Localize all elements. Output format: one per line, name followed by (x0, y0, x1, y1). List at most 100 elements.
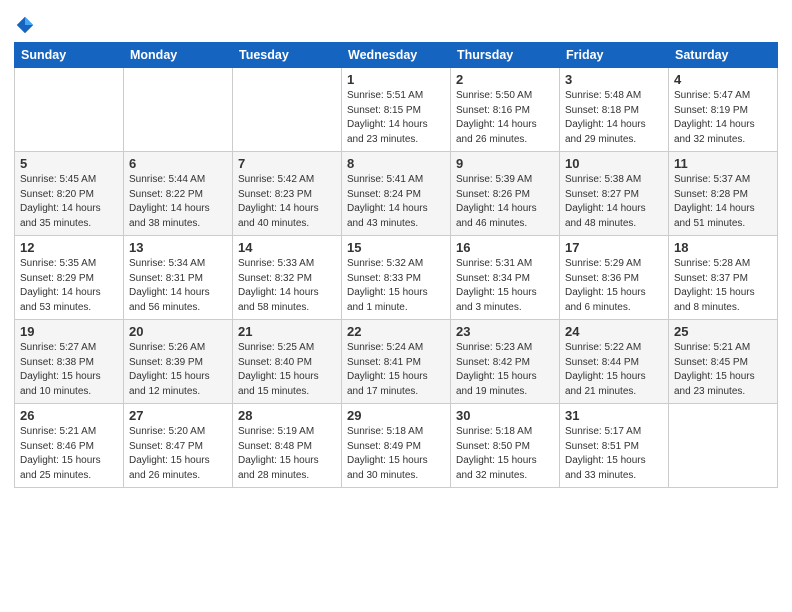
header-wednesday: Wednesday (342, 43, 451, 68)
header-thursday: Thursday (451, 43, 560, 68)
header (14, 10, 778, 36)
day-info: Sunrise: 5:42 AM Sunset: 8:23 PM Dayligh… (238, 173, 336, 231)
day-info: Sunrise: 5:20 AM Sunset: 8:47 PM Dayligh… (129, 425, 227, 483)
day-info: Sunrise: 5:25 AM Sunset: 8:40 PM Dayligh… (238, 341, 336, 399)
day-cell: 21 Sunrise: 5:25 AM Sunset: 8:40 PM Dayli… (233, 320, 342, 404)
week-row-2: 5 Sunrise: 5:45 AM Sunset: 8:20 PM Daylig… (15, 152, 778, 236)
week-row-5: 26 Sunrise: 5:21 AM Sunset: 8:46 PM Dayli… (15, 404, 778, 488)
day-info: Sunrise: 5:48 AM Sunset: 8:18 PM Dayligh… (565, 89, 663, 147)
day-number: 23 (456, 324, 554, 339)
day-cell: 26 Sunrise: 5:21 AM Sunset: 8:46 PM Dayli… (15, 404, 124, 488)
day-cell: 12Sunrise: 5:35 AM Sunset: 8:29 PM Dayli… (15, 236, 124, 320)
day-info: Sunrise: 5:28 AM Sunset: 8:37 PM Dayligh… (674, 257, 772, 315)
day-info: Sunrise: 5:44 AM Sunset: 8:22 PM Dayligh… (129, 173, 227, 231)
calendar-table: SundayMondayTuesdayWednesdayThursdayFrid… (14, 42, 778, 488)
day-cell: 14 Sunrise: 5:33 AM Sunset: 8:32 PM Dayli… (233, 236, 342, 320)
day-number: 5 (20, 156, 118, 171)
day-number: 19 (20, 324, 118, 339)
day-cell (15, 68, 124, 152)
day-cell (669, 404, 778, 488)
logo (14, 14, 38, 36)
day-cell: 10Sunrise: 5:38 AM Sunset: 8:27 PM Dayli… (560, 152, 669, 236)
day-number: 21 (238, 324, 336, 339)
day-number: 2 (456, 72, 554, 87)
day-number: 28 (238, 408, 336, 423)
day-number: 16 (456, 240, 554, 255)
header-tuesday: Tuesday (233, 43, 342, 68)
day-cell: 28 Sunrise: 5:19 AM Sunset: 8:48 PM Dayli… (233, 404, 342, 488)
day-cell: 18 Sunrise: 5:28 AM Sunset: 8:37 PM Dayli… (669, 236, 778, 320)
day-number: 4 (674, 72, 772, 87)
day-number: 17 (565, 240, 663, 255)
header-row: SundayMondayTuesdayWednesdayThursdayFrid… (15, 43, 778, 68)
day-number: 25 (674, 324, 772, 339)
page: SundayMondayTuesdayWednesdayThursdayFrid… (0, 0, 792, 612)
day-cell: 16 Sunrise: 5:31 AM Sunset: 8:34 PM Dayli… (451, 236, 560, 320)
day-info: Sunrise: 5:45 AM Sunset: 8:20 PM Dayligh… (20, 173, 118, 231)
header-sunday: Sunday (15, 43, 124, 68)
day-info: Sunrise: 5:21 AM Sunset: 8:45 PM Dayligh… (674, 341, 772, 399)
week-row-4: 19 Sunrise: 5:27 AM Sunset: 8:38 PM Dayli… (15, 320, 778, 404)
day-info: Sunrise: 5:51 AM Sunset: 8:15 PM Dayligh… (347, 89, 445, 147)
day-info: Sunrise: 5:37 AM Sunset: 8:28 PM Dayligh… (674, 173, 772, 231)
day-number: 8 (347, 156, 445, 171)
day-info: Sunrise: 5:47 AM Sunset: 8:19 PM Dayligh… (674, 89, 772, 147)
day-info: Sunrise: 5:24 AM Sunset: 8:41 PM Dayligh… (347, 341, 445, 399)
logo-icon (14, 14, 36, 36)
day-info: Sunrise: 5:21 AM Sunset: 8:46 PM Dayligh… (20, 425, 118, 483)
day-number: 31 (565, 408, 663, 423)
day-info: Sunrise: 5:18 AM Sunset: 8:49 PM Dayligh… (347, 425, 445, 483)
header-monday: Monday (124, 43, 233, 68)
day-info: Sunrise: 5:29 AM Sunset: 8:36 PM Dayligh… (565, 257, 663, 315)
day-info: Sunrise: 5:34 AM Sunset: 8:31 PM Dayligh… (129, 257, 227, 315)
day-cell: 23 Sunrise: 5:23 AM Sunset: 8:42 PM Dayli… (451, 320, 560, 404)
day-cell: 20Sunrise: 5:26 AM Sunset: 8:39 PM Dayli… (124, 320, 233, 404)
day-info: Sunrise: 5:27 AM Sunset: 8:38 PM Dayligh… (20, 341, 118, 399)
day-number: 6 (129, 156, 227, 171)
day-cell: 29Sunrise: 5:18 AM Sunset: 8:49 PM Dayli… (342, 404, 451, 488)
day-number: 1 (347, 72, 445, 87)
day-cell: 15Sunrise: 5:32 AM Sunset: 8:33 PM Dayli… (342, 236, 451, 320)
day-cell: 3 Sunrise: 5:48 AM Sunset: 8:18 PM Daylig… (560, 68, 669, 152)
day-info: Sunrise: 5:17 AM Sunset: 8:51 PM Dayligh… (565, 425, 663, 483)
day-info: Sunrise: 5:41 AM Sunset: 8:24 PM Dayligh… (347, 173, 445, 231)
day-cell: 8 Sunrise: 5:41 AM Sunset: 8:24 PM Daylig… (342, 152, 451, 236)
day-cell (233, 68, 342, 152)
day-number: 18 (674, 240, 772, 255)
day-info: Sunrise: 5:23 AM Sunset: 8:42 PM Dayligh… (456, 341, 554, 399)
day-number: 12 (20, 240, 118, 255)
day-number: 14 (238, 240, 336, 255)
day-number: 26 (20, 408, 118, 423)
day-cell: 19 Sunrise: 5:27 AM Sunset: 8:38 PM Dayli… (15, 320, 124, 404)
calendar-header: SundayMondayTuesdayWednesdayThursdayFrid… (15, 43, 778, 68)
day-number: 13 (129, 240, 227, 255)
day-cell: 7 Sunrise: 5:42 AM Sunset: 8:23 PM Daylig… (233, 152, 342, 236)
day-cell: 17 Sunrise: 5:29 AM Sunset: 8:36 PM Dayli… (560, 236, 669, 320)
day-number: 22 (347, 324, 445, 339)
day-info: Sunrise: 5:22 AM Sunset: 8:44 PM Dayligh… (565, 341, 663, 399)
week-row-3: 12Sunrise: 5:35 AM Sunset: 8:29 PM Dayli… (15, 236, 778, 320)
header-friday: Friday (560, 43, 669, 68)
day-number: 15 (347, 240, 445, 255)
day-cell: 2 Sunrise: 5:50 AM Sunset: 8:16 PM Daylig… (451, 68, 560, 152)
day-number: 30 (456, 408, 554, 423)
day-number: 10 (565, 156, 663, 171)
calendar-body: 1 Sunrise: 5:51 AM Sunset: 8:15 PM Daylig… (15, 68, 778, 488)
day-info: Sunrise: 5:18 AM Sunset: 8:50 PM Dayligh… (456, 425, 554, 483)
day-number: 20 (129, 324, 227, 339)
day-number: 7 (238, 156, 336, 171)
day-cell: 24Sunrise: 5:22 AM Sunset: 8:44 PM Dayli… (560, 320, 669, 404)
day-cell: 5 Sunrise: 5:45 AM Sunset: 8:20 PM Daylig… (15, 152, 124, 236)
day-info: Sunrise: 5:31 AM Sunset: 8:34 PM Dayligh… (456, 257, 554, 315)
day-number: 11 (674, 156, 772, 171)
day-info: Sunrise: 5:50 AM Sunset: 8:16 PM Dayligh… (456, 89, 554, 147)
day-info: Sunrise: 5:19 AM Sunset: 8:48 PM Dayligh… (238, 425, 336, 483)
day-number: 27 (129, 408, 227, 423)
header-saturday: Saturday (669, 43, 778, 68)
day-number: 3 (565, 72, 663, 87)
day-info: Sunrise: 5:33 AM Sunset: 8:32 PM Dayligh… (238, 257, 336, 315)
day-number: 9 (456, 156, 554, 171)
day-cell: 1 Sunrise: 5:51 AM Sunset: 8:15 PM Daylig… (342, 68, 451, 152)
day-cell: 27 Sunrise: 5:20 AM Sunset: 8:47 PM Dayli… (124, 404, 233, 488)
day-info: Sunrise: 5:39 AM Sunset: 8:26 PM Dayligh… (456, 173, 554, 231)
